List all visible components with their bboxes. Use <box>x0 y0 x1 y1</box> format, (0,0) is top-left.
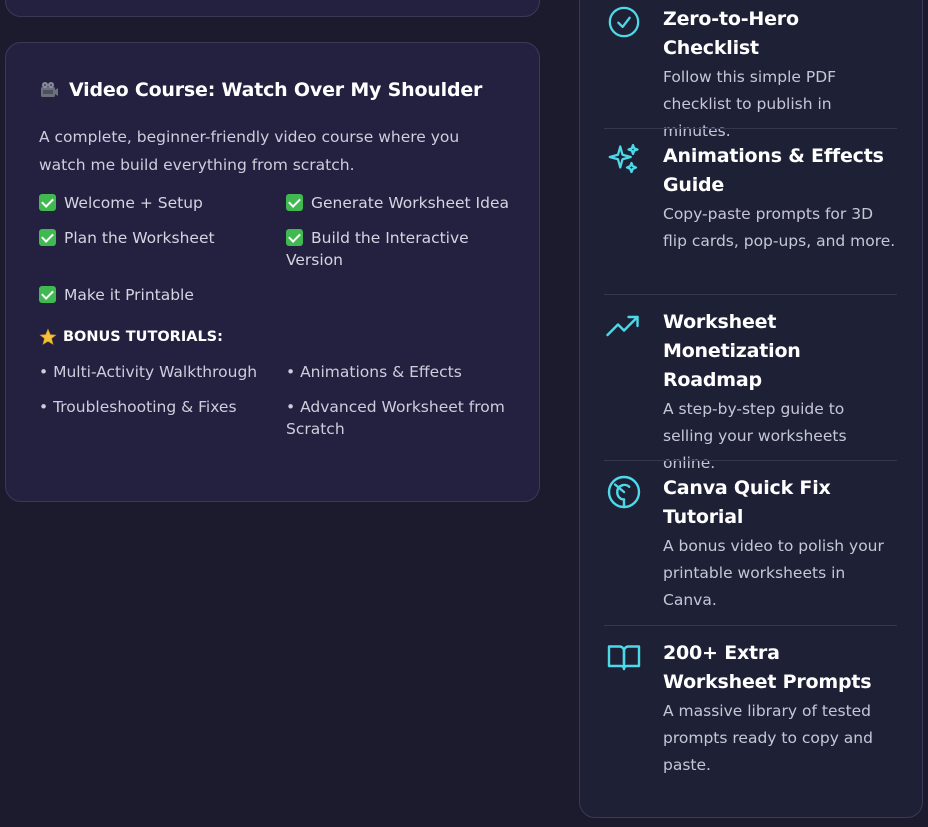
benefit-title: Animations & Effects Guide <box>663 145 884 196</box>
star-icon <box>39 328 57 346</box>
book-open-icon <box>604 639 644 679</box>
module-item: Build the Interactive Version <box>286 229 469 269</box>
bonus-heading: BONUS TUTORIALS: <box>39 326 511 348</box>
module-list: Welcome + Setup Generate Worksheet Idea … <box>39 192 511 306</box>
benefit-title: Canva Quick Fix Tutorial <box>663 477 831 528</box>
module-item: Welcome + Setup <box>39 192 286 214</box>
benefit-description: A step-by-step guide to selling your wor… <box>663 400 847 472</box>
checkmark-icon <box>39 286 56 303</box>
course-title-row: Video Course: Watch Over My Shoulder <box>39 75 511 105</box>
benefit-description: Copy-paste prompts for 3D flip cards, po… <box>663 205 896 250</box>
bonus-label: BONUS TUTORIALS: <box>63 329 223 345</box>
benefit-title: Zero-to-Hero Checklist <box>663 8 799 59</box>
module-item: Generate Worksheet Idea <box>286 192 516 214</box>
benefit-description: A bonus video to polish your printable w… <box>663 537 884 609</box>
checkmark-icon <box>286 194 303 211</box>
checkmark-icon <box>286 229 303 246</box>
benefit-item: 200+ Extra Worksheet Prompts A massive l… <box>604 639 897 779</box>
checkmark-icon <box>39 194 56 211</box>
video-course-card: Video Course: Watch Over My Shoulder A c… <box>5 42 540 502</box>
trending-up-icon <box>604 308 644 348</box>
benefit-description: A massive library of tested prompts read… <box>663 702 873 774</box>
bonus-item: • Multi-Activity Walkthrough <box>39 363 258 381</box>
benefit-item: Worksheet Monetization Roadmap A step-by… <box>604 308 897 477</box>
course-title: Video Course: Watch Over My Shoulder <box>69 79 483 101</box>
benefit-title: Worksheet Monetization Roadmap <box>663 311 801 391</box>
module-item: Plan the Worksheet <box>39 227 286 271</box>
benefit-item: Animations & Effects Guide Copy-paste pr… <box>604 142 897 255</box>
canva-icon <box>604 474 644 514</box>
check-circle-icon <box>604 5 644 45</box>
course-description: A complete, beginner-friendly video cour… <box>39 128 460 174</box>
previous-card <box>5 0 540 17</box>
checkmark-icon <box>39 229 56 246</box>
film-camera-icon <box>39 81 59 99</box>
sparkles-icon <box>604 142 644 182</box>
bonus-item: • Animations & Effects <box>286 363 462 381</box>
divider <box>604 128 897 129</box>
divider <box>604 460 897 461</box>
divider <box>604 294 897 295</box>
bonus-item: • Troubleshooting & Fixes <box>39 398 237 416</box>
benefit-item: Canva Quick Fix Tutorial A bonus video t… <box>604 474 897 614</box>
divider <box>604 625 897 626</box>
benefit-description: Follow this simple PDF checklist to publ… <box>663 68 837 140</box>
bonus-item: • Advanced Worksheet from Scratch <box>286 398 505 438</box>
bonus-list: • Multi-Activity Walkthrough • Animation… <box>39 361 511 440</box>
benefit-title: 200+ Extra Worksheet Prompts <box>663 642 872 693</box>
module-item: Make it Printable <box>39 284 286 306</box>
benefit-item: Zero-to-Hero Checklist Follow this simpl… <box>604 5 897 145</box>
